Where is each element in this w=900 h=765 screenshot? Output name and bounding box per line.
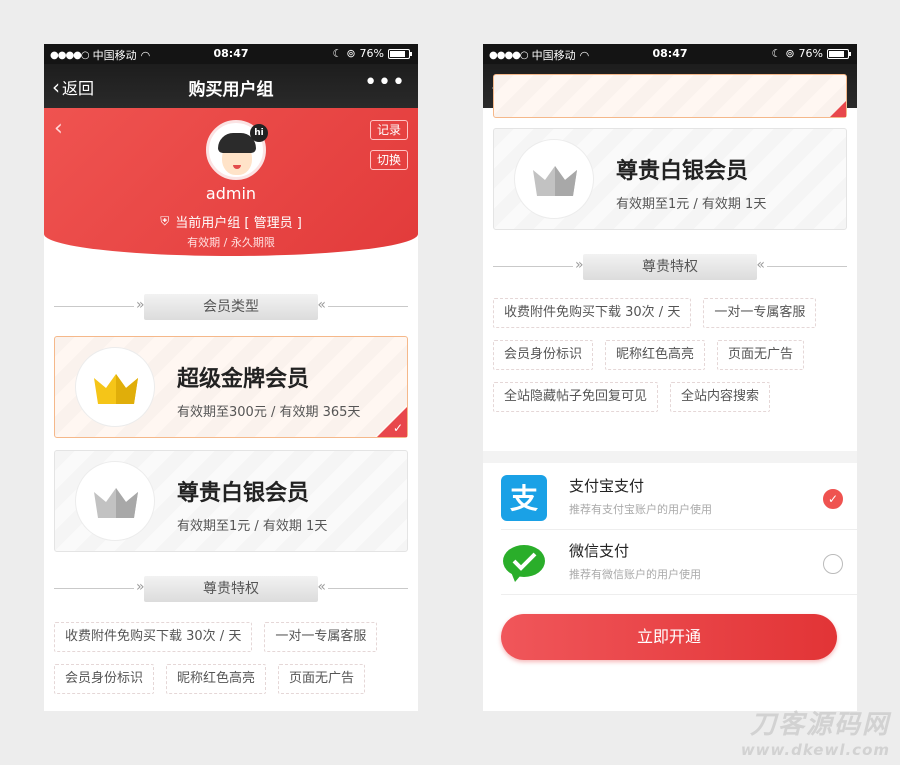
rotation-lock-icon: ⊚	[346, 47, 356, 60]
section-title: 会员类型	[144, 294, 318, 320]
section-divider-privileges: » 尊贵特权 «	[54, 574, 408, 604]
battery-percent: 76%	[359, 47, 384, 60]
radio-checked-icon[interactable]: ✓	[823, 489, 843, 509]
switch-button[interactable]: 切换	[370, 150, 408, 170]
profile-header: ‹ 记录 切换 hi admin ⛨ 当前用户组 [ 管理员 ] 有效期 / 永…	[44, 108, 418, 256]
username: admin	[205, 184, 257, 203]
membership-title: 超级金牌会员	[177, 367, 310, 392]
status-bar: ●●●●○ 中国移动 ◠ 08:47 ☾ ⊚ 76%	[483, 44, 857, 64]
privilege-chip: 一对一专属客服	[264, 622, 378, 652]
shield-icon: ⛨	[160, 214, 170, 228]
current-group: ⛨ 当前用户组 [ 管理员 ]	[44, 212, 418, 231]
section-title: 尊贵特权	[144, 576, 318, 602]
watermark-line1: 刀客源码网	[749, 710, 890, 740]
chevron-left-icon[interactable]: ‹	[54, 116, 63, 141]
moon-icon: ☾	[771, 47, 782, 60]
chevrons-left-icon: «	[756, 257, 765, 273]
phone-screen-right: ●●●●○ 中国移动 ◠ 08:47 ☾ ⊚ 76% ‹ 返回 购买用户组 ••…	[483, 44, 857, 711]
privilege-chip: 昵称红色高亮	[605, 340, 706, 370]
payment-section: 支 支付宝支付 推荐有支付宝账户的用户使用 ✓ 微信支付 推荐有微信账户的用户使…	[483, 451, 857, 711]
privilege-chip: 会员身份标识	[54, 664, 155, 694]
activate-button[interactable]: 立即开通	[501, 614, 837, 660]
watermark: 刀客源码网 www.dkewl.com	[741, 704, 890, 759]
battery-icon	[388, 48, 412, 59]
status-bar: ●●●●○ 中国移动 ◠ 08:47 ☾ ⊚ 76%	[44, 44, 418, 64]
rotation-lock-icon: ⊚	[785, 47, 795, 60]
page-title: 购买用户组	[188, 80, 274, 100]
phone-screen-left: ●●●●○ 中国移动 ◠ 08:47 ☾ ⊚ 76% ‹ 返回 购买用户组 ••…	[44, 44, 418, 711]
privilege-chip: 会员身份标识	[493, 340, 594, 370]
payment-option-alipay[interactable]: 支 支付宝支付 推荐有支付宝账户的用户使用 ✓	[483, 465, 857, 529]
current-group-label: 当前用户组 [ 管理员 ]	[175, 216, 302, 231]
privilege-chip: 昵称红色高亮	[166, 664, 267, 694]
membership-card-silver[interactable]: 尊贵白银会员 有效期至1元 / 有效期 1天	[54, 450, 408, 552]
membership-card-gold[interactable]: 超级金牌会员 有效期至300元 / 有效期 365天 ✓	[54, 336, 408, 438]
membership-title: 尊贵白银会员	[616, 159, 749, 184]
membership-card-gold-partial[interactable]	[493, 74, 847, 118]
svg-text:支: 支	[510, 482, 538, 515]
privilege-chip: 页面无广告	[717, 340, 805, 370]
privilege-chip: 全站隐藏帖子免回复可见	[493, 382, 659, 412]
section-title: 尊贵特权	[583, 254, 757, 280]
battery-percent: 76%	[798, 47, 823, 60]
section-divider-privileges: » 尊贵特权 «	[493, 252, 847, 282]
membership-subtitle: 有效期至1元 / 有效期 1天	[177, 519, 328, 534]
privilege-chip: 一对一专属客服	[703, 298, 817, 328]
payment-desc: 推荐有微信账户的用户使用	[569, 568, 701, 581]
membership-subtitle: 有效期至1元 / 有效期 1天	[616, 197, 767, 212]
privilege-chip: 收费附件免购买下载 30次 / 天	[493, 298, 692, 328]
watermark-line2: www.dkewl.com	[740, 741, 890, 759]
divider	[501, 594, 857, 595]
payment-desc: 推荐有支付宝账户的用户使用	[569, 503, 712, 516]
moon-icon: ☾	[332, 47, 343, 60]
membership-card-silver[interactable]: 尊贵白银会员 有效期至1元 / 有效期 1天	[493, 128, 847, 230]
payment-option-wechat[interactable]: 微信支付 推荐有微信账户的用户使用	[483, 530, 857, 594]
privilege-chip: 页面无广告	[278, 664, 366, 694]
membership-title: 尊贵白银会员	[177, 481, 310, 506]
silver-crown-icon	[94, 488, 138, 518]
radio-unchecked-icon[interactable]	[823, 554, 843, 574]
more-icon[interactable]: •••	[364, 70, 406, 95]
privilege-chip: 全站内容搜索	[670, 382, 771, 412]
payment-name: 微信支付	[569, 542, 630, 560]
privilege-list: 收费附件免购买下载 30次 / 天 一对一专属客服 会员身份标识 昵称红色高亮 …	[54, 622, 414, 694]
validity-label: 有效期 / 永久期限	[187, 236, 275, 249]
section-divider-member-type: » 会员类型 «	[54, 292, 408, 322]
privilege-chip: 收费附件免购买下载 30次 / 天	[54, 622, 253, 652]
silver-crown-icon	[533, 166, 577, 196]
check-icon: ✓	[392, 421, 403, 435]
alipay-icon: 支	[501, 475, 547, 521]
membership-subtitle: 有效期至300元 / 有效期 365天	[177, 405, 361, 420]
selected-corner	[830, 101, 846, 117]
wechat-pay-icon	[501, 540, 547, 586]
record-button[interactable]: 记录	[370, 120, 408, 140]
gold-crown-icon	[94, 374, 138, 404]
chevrons-left-icon: «	[317, 297, 326, 313]
payment-name: 支付宝支付	[569, 477, 645, 495]
privilege-list: 收费附件免购买下载 30次 / 天 一对一专属客服 会员身份标识 昵称红色高亮 …	[493, 298, 853, 412]
battery-icon	[827, 48, 851, 59]
hi-badge: hi	[250, 124, 268, 142]
chevrons-left-icon: «	[317, 579, 326, 595]
nav-bar: ‹ 返回 购买用户组 •••	[44, 64, 418, 108]
